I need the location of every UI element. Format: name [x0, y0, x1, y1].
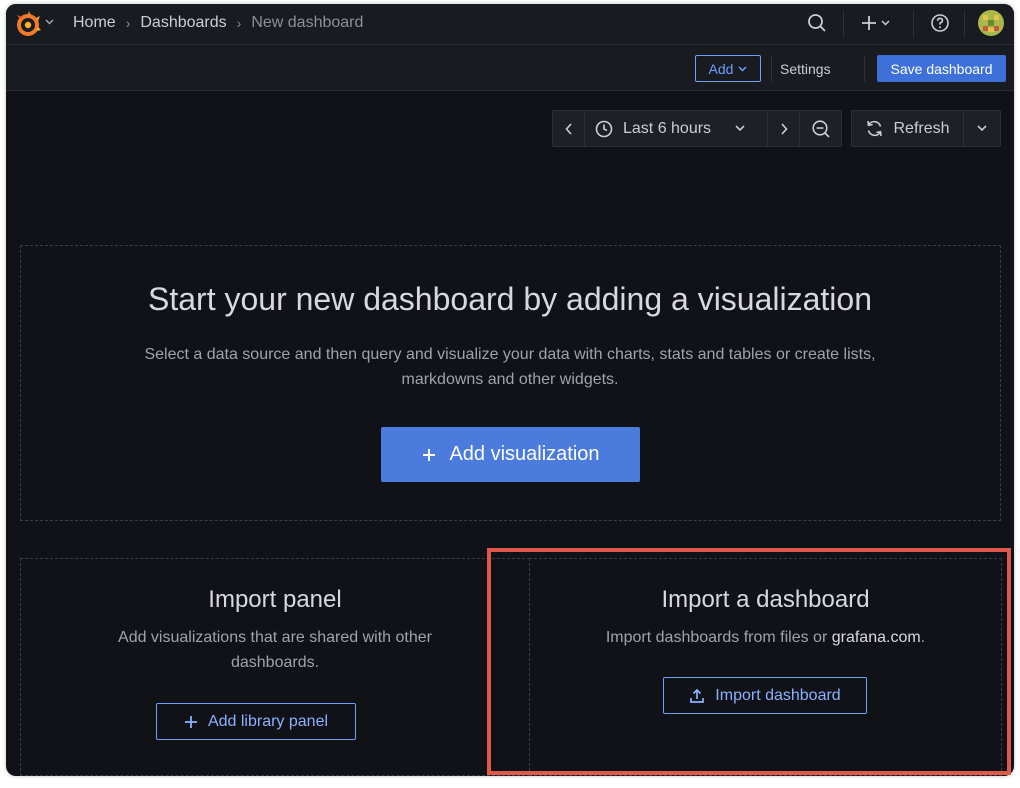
clock-icon — [595, 120, 613, 137]
import-panel-description-line-1: Add visualizations that are shared with … — [118, 629, 432, 646]
search-icon[interactable] — [806, 12, 828, 34]
breadcrumb: Home › Dashboards › New dashboard — [73, 14, 363, 32]
empty-state-description-line-2: markdowns and other widgets. — [401, 371, 619, 388]
import-panel-description-line-2: dashboards. — [230, 654, 320, 671]
divider — [843, 10, 844, 37]
time-forward-button[interactable] — [768, 111, 800, 146]
time-back-button[interactable] — [553, 111, 585, 146]
time-range-picker[interactable]: Last 6 hours — [585, 111, 768, 146]
add-button-label: Add — [708, 60, 734, 77]
save-dashboard-button[interactable]: Save dashboard — [877, 55, 1006, 82]
chevron-down-icon — [738, 65, 747, 72]
add-button[interactable]: Add — [695, 55, 761, 82]
new-menu-button[interactable] — [860, 12, 896, 34]
add-visualization-button[interactable]: Add visualization — [381, 427, 640, 482]
divider — [771, 55, 772, 82]
breadcrumb-current: New dashboard — [251, 14, 364, 31]
add-library-panel-button[interactable]: Add library panel — [156, 703, 356, 740]
help-icon[interactable] — [929, 12, 951, 34]
refresh-icon — [867, 120, 883, 137]
highlight-annotation — [487, 548, 1011, 775]
divider — [964, 10, 965, 37]
chevron-down-icon — [977, 125, 987, 132]
refresh-interval-dropdown[interactable] — [964, 111, 1000, 146]
grafana-logo-icon[interactable] — [14, 10, 42, 38]
chevron-right-icon: › — [125, 15, 131, 31]
empty-state-description: Select a data source and then query and … — [96, 342, 924, 392]
chevron-right-icon — [780, 122, 788, 135]
top-bar: Home › Dashboards › New dashboard — [6, 4, 1014, 45]
time-range-label: Last 6 hours — [623, 119, 712, 137]
time-range-controls: Last 6 hours — [552, 110, 842, 147]
empty-state-title: Start your new dashboard by adding a vis… — [148, 281, 872, 317]
refresh-label: Refresh — [893, 119, 950, 137]
chevron-right-icon: › — [236, 15, 242, 31]
refresh-controls: Refresh — [851, 110, 1001, 147]
chevron-left-icon — [564, 122, 572, 135]
dashboard-toolbar: Add Settings Save dashboard — [6, 45, 1014, 91]
divider — [864, 55, 865, 82]
import-panel-title: Import panel — [208, 586, 342, 613]
plus-icon — [184, 715, 197, 728]
plus-icon — [423, 448, 436, 461]
breadcrumb-home[interactable]: Home — [73, 14, 116, 32]
zoom-out-button[interactable] — [800, 111, 841, 146]
add-visualization-label: Add visualization — [449, 443, 600, 465]
breadcrumb-dashboards[interactable]: Dashboards — [140, 14, 226, 32]
chevron-down-icon[interactable] — [45, 17, 54, 28]
settings-button[interactable]: Settings — [780, 55, 831, 82]
divider — [913, 10, 914, 37]
chevron-down-icon — [735, 125, 745, 132]
zoom-out-icon — [811, 119, 830, 138]
refresh-button[interactable]: Refresh — [852, 111, 964, 146]
add-library-panel-label: Add library panel — [207, 712, 329, 730]
import-panel-description: Add visualizations that are shared with … — [50, 625, 500, 675]
avatar[interactable] — [978, 10, 1004, 36]
empty-state-description-line-1: Select a data source and then query and … — [144, 346, 876, 363]
